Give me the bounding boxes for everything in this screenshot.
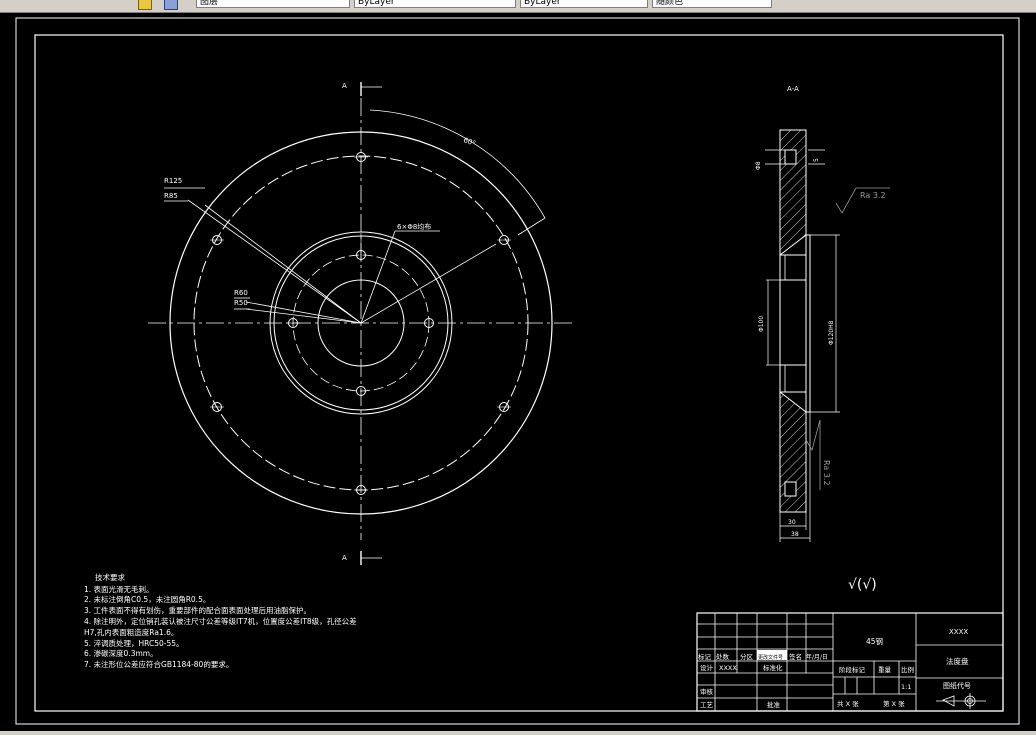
process-label: 工艺 [700,701,714,709]
drawing-no-label: 图纸代号 [943,681,971,690]
dim-r60: R60 [234,289,248,297]
dim-30: 30 [788,519,796,526]
layer-dropdown[interactable]: 图层 [196,0,350,8]
check-label: 审核 [700,687,714,696]
layer-icon[interactable] [138,0,152,10]
dim-depth: 5 [813,158,820,162]
section-label-top: A [342,82,347,90]
weight-label: 重量 [878,666,892,674]
note-line: 1. 表面光滑无毛刺。 [84,584,154,594]
standardize-label: 标准化 [763,663,783,672]
dim-phi100: Φ100 [758,316,765,332]
layer-state-icon[interactable] [164,0,178,10]
scale-label: 比例 [901,665,914,674]
notes-title: 技术要求 [95,572,125,582]
note-line: 7. 未注形位公差应符合GB1184-80的要求。 [84,659,233,669]
row-header: 分区 [740,652,754,661]
note-line: 6. 渗碳深度0.3mm。 [84,648,158,658]
dimension-lines [164,109,546,324]
title-block-text: 45钢 XXXX 法度盘 图纸代号 标记 处数 分区 更改文件号 签名 年/月/… [698,628,971,709]
dim-holes: 6×Φ8均布 [397,222,431,231]
drawing-canvas[interactable]: R125 R85 R60 R50 60° 6×Φ8均布 A A A-A Φ8 5… [0,13,1036,731]
section-view-label: A-A [787,85,799,93]
section-label-bottom: A [342,554,347,562]
dim-phi120: Φ120H8 [828,320,835,345]
note-line: H7,孔内表面粗造度Ra1.6。 [84,627,178,637]
approve-label: 批准 [767,700,781,709]
other-roughness: √(√) [848,577,877,593]
dim-38: 38 [791,531,799,538]
material: 45钢 [866,636,883,646]
dim-phi8: Φ8 [755,161,762,170]
note-line: 2. 未标注倒角C0.5，未注圆角R0.5。 [84,594,210,604]
projection-symbol-icon [936,693,986,709]
row-header: 标记 [698,652,712,661]
front-view [148,98,575,540]
technical-notes: 技术要求 1. 表面光滑无毛刺。 2. 未标注倒角C0.5，未注圆角R0.5。 … [84,572,357,669]
scale: 1:1 [901,683,911,691]
designer: XXXX [719,664,737,672]
properties-toolbar: 图层 ByLayer ByLayer 随颜色 [0,0,1036,13]
note-line: 5. 淬调质处理，HRC50-55。 [84,638,184,648]
note-line: 3. 工件表面不得有划伤，重要部件的配合面表面处理后用油脂保护。 [84,605,311,615]
sheet-no: 第 X 张 [883,699,905,708]
bolt-holes-outer [212,152,509,495]
dim-r85: R85 [164,192,178,200]
lineweight-dropdown[interactable]: ByLayer [520,0,648,8]
sheets-total: 共 X 张 [837,699,859,708]
row-header: 更改文件号 [758,654,783,661]
note-line: 4. 除注明外，定位销孔装认被注尺寸公差等级IT7机，位置度公差IT8级，孔径公… [84,616,357,626]
dim-r125: R125 [164,177,182,185]
row-header: 处数 [716,652,730,661]
part-name: 法度盘 [946,656,969,666]
dim-r50: R50 [234,299,248,307]
dim-angle: 60° [462,136,476,147]
color-dropdown[interactable]: 随颜色 [652,0,772,8]
company: XXXX [949,628,968,636]
roughness-symbols [805,187,890,490]
row-header: 签名 [789,652,802,661]
linetype-dropdown[interactable]: ByLayer [354,0,516,8]
cad-drawing: R125 R85 R60 R50 60° 6×Φ8均布 A A A-A Φ8 5… [15,17,1020,725]
row-header: 年/月/日 [806,653,828,661]
roughness-1: Ra 3.2 [860,191,886,200]
stage-label: 阶段标记 [839,665,866,674]
roughness-2: Ra 3.2 [822,460,831,486]
hole-crosshairs [210,156,511,491]
designer-label: 设计 [700,663,714,672]
